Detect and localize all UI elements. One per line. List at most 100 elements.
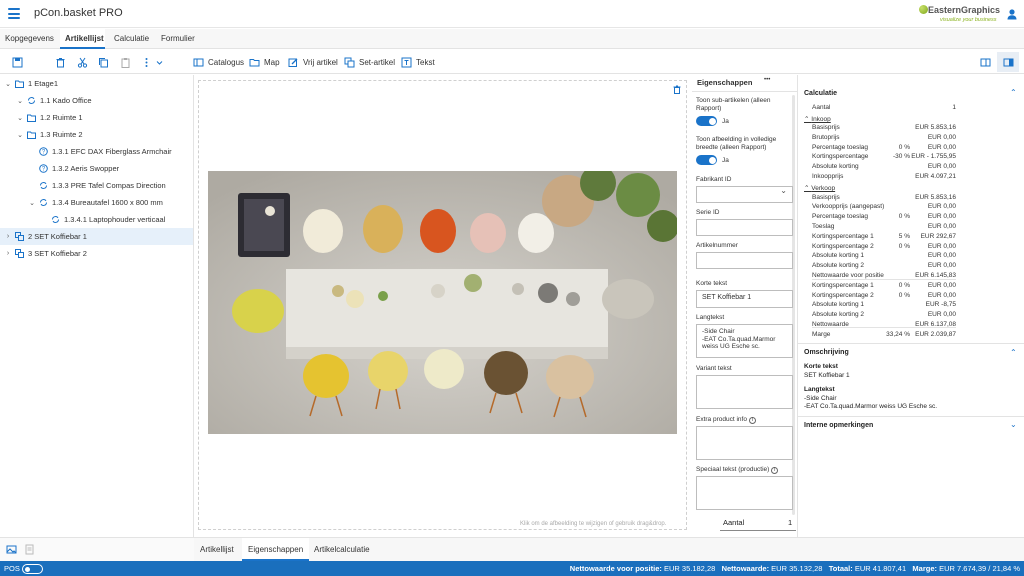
tree-node-label: 1.1 Kado Office	[40, 96, 92, 105]
cut-button[interactable]	[77, 55, 88, 69]
korte-tekst-input[interactable]: SET Koffiebar 1	[696, 290, 793, 308]
sync-icon	[39, 198, 48, 207]
calc-row: Absolute korting 2 EUR 0,00	[812, 311, 956, 320]
tree-node[interactable]: ? 1.3.1 EFC DAX Fiberglass Armchair	[0, 143, 193, 160]
chevron-down-icon[interactable]: ⌄	[28, 199, 36, 207]
chevron-right-icon[interactable]: ›	[4, 233, 12, 240]
fabrikant-select[interactable]	[696, 186, 793, 203]
speciaal-textarea[interactable]	[696, 476, 793, 510]
chevron-down-icon[interactable]: ⌄	[4, 80, 12, 88]
save-button[interactable]	[12, 55, 23, 69]
vrij-artikel-label: Vrij artikel	[303, 57, 338, 67]
calc-row-label: Brutoprijs	[812, 133, 840, 141]
chevron-up-icon[interactable]: ⌃	[1010, 88, 1017, 97]
folder-icon	[249, 58, 260, 66]
tree-node[interactable]: ⌄ 1.3 Ruimte 2	[0, 126, 193, 143]
langtekst-header: Langtekst	[804, 386, 835, 393]
tree-node[interactable]: ⌄ 1 Etage1	[0, 75, 193, 92]
toon-sub-toggle[interactable]	[696, 116, 717, 126]
chevron-down-icon[interactable]: ⌄	[1010, 420, 1017, 429]
info-icon[interactable]: i	[748, 417, 756, 424]
tree-node-label: 3 SET Koffiebar 2	[28, 249, 87, 258]
artikelnummer-input[interactable]	[696, 252, 793, 269]
tekst-label: Tekst	[416, 57, 435, 67]
panel-right-button[interactable]	[997, 52, 1019, 72]
langtekst-line: -EAT Co.Ta.quad.Marmor weiss UG Esche sc…	[804, 403, 938, 410]
calc-row-percent: 0 %	[898, 281, 910, 289]
serie-input[interactable]	[696, 219, 793, 236]
calc-row-label: Aantal	[812, 104, 831, 111]
langtekst-textarea[interactable]: -Side Chair -EAT Co.Ta.quad.Marmor weiss…	[696, 324, 793, 358]
trash-icon[interactable]	[673, 85, 681, 94]
image-icon[interactable]	[6, 544, 17, 555]
tab-eigenschappen-bottom[interactable]: Eigenschappen	[242, 538, 310, 561]
tree-node[interactable]: ⌄ 1.1 Kado Office	[0, 92, 193, 109]
dropdown-button[interactable]	[154, 55, 165, 69]
copy-button[interactable]	[98, 55, 109, 69]
tab-artikelcalculatie-bottom[interactable]: Artikelcalculatie	[314, 538, 370, 561]
toon-afb-toggle[interactable]	[696, 155, 717, 165]
trash-icon	[56, 57, 65, 67]
catalog-icon	[193, 58, 204, 66]
tab-artikellijst-bottom[interactable]: Artikellijst	[200, 538, 234, 561]
tekst-button[interactable]: Tekst	[401, 55, 435, 69]
chevron-down-icon[interactable]: ⌄	[16, 131, 24, 139]
korte-tekst-value: SET Koffiebar 1	[804, 372, 850, 379]
vrij-artikel-button[interactable]: Vrij artikel	[288, 55, 338, 69]
calc-row: Absolute korting 1 EUR -8,75	[812, 301, 956, 310]
delete-button[interactable]	[55, 55, 66, 69]
tree-node[interactable]: › 3 SET Koffiebar 2	[0, 245, 193, 262]
more-options-button[interactable]	[141, 55, 152, 69]
chevron-down-icon[interactable]: ⌄	[16, 114, 24, 122]
calc-row-percent: 0 %	[898, 291, 910, 299]
chevron-up-icon[interactable]: ⌃	[1010, 348, 1017, 357]
tree-node[interactable]: ? 1.3.2 Aeris Swopper	[0, 160, 193, 177]
langtekst-line: -Side Chair	[804, 395, 837, 402]
speciaal-text: Speciaal tekst (productie)	[696, 466, 770, 473]
tab-kopgegevens[interactable]: Kopgegevens	[5, 29, 55, 49]
tab-eigenschappen[interactable]: Eigenschappen	[697, 78, 752, 87]
tree-node[interactable]: 1.3.4.1 Laptophouder verticaal	[0, 211, 193, 228]
tree-node-label: 1 Etage1	[28, 79, 59, 88]
calc-row: Absolute korting 2 EUR 0,00	[812, 262, 956, 271]
document-icon[interactable]	[24, 544, 35, 555]
langtekst-line: -EAT Co.Ta.quad.Marmor	[702, 335, 776, 343]
tab-more[interactable]: •••	[764, 77, 770, 83]
tab-formulier[interactable]: Formulier	[161, 29, 197, 49]
verkoop-header[interactable]: ⌃ Verkoop	[804, 184, 835, 192]
tree-node[interactable]: 1.3.3 PRE Tafel Compas Direction	[0, 177, 193, 194]
set-artikel-button[interactable]: Set-artikel	[344, 55, 395, 69]
tree-node[interactable]: ⌄ 1.3.4 Bureautafel 1600 x 800 mm	[0, 194, 193, 211]
variant-textarea[interactable]	[696, 375, 793, 409]
inkoop-header[interactable]: ⌃ Inkoop	[804, 115, 831, 123]
menu-icon[interactable]	[8, 8, 20, 19]
user-icon[interactable]	[1006, 8, 1018, 20]
tree-node[interactable]: ⌄ 1.2 Ruimte 1	[0, 109, 193, 126]
set-artikel-label: Set-artikel	[359, 57, 396, 67]
artikelnummer-label: Artikelnummer	[696, 242, 738, 249]
map-button[interactable]: Map	[249, 55, 280, 69]
chevron-down-icon[interactable]: ⌄	[16, 97, 24, 105]
panel-toggle-button[interactable]	[980, 55, 991, 69]
info-icon[interactable]: i	[771, 467, 779, 474]
tree-node-selected[interactable]: › 2 SET Koffiebar 1	[0, 228, 193, 245]
pos-toggle[interactable]	[22, 564, 43, 574]
sync-icon	[27, 96, 36, 105]
tree-node-label: 1.3.2 Aeris Swopper	[52, 164, 120, 173]
company-logo: EasternGraphics visualize your business	[918, 3, 1000, 25]
edit-icon	[288, 58, 298, 67]
catalogus-button[interactable]: Catalogus	[193, 55, 244, 69]
aantal-field[interactable]: Aantal 1	[692, 515, 798, 535]
extra-info-textarea[interactable]	[696, 426, 793, 460]
toolbar: Catalogus Map Vrij artikel Set-artikel T…	[0, 50, 1024, 74]
calc-row-label: Absolute korting 2	[812, 311, 865, 319]
chevron-right-icon[interactable]: ›	[4, 250, 12, 257]
article-tree: ⌄ 1 Etage1 ⌄ 1.1 Kado Office ⌄ 1.2 Ruimt…	[0, 75, 194, 537]
paste-icon	[121, 57, 130, 68]
paste-button[interactable]	[120, 55, 131, 69]
subtotal-divider	[812, 279, 956, 280]
tab-calculatie[interactable]: Calculatie	[114, 29, 150, 49]
tab-artikellijst[interactable]: Artikellijst	[60, 29, 105, 49]
product-image[interactable]	[208, 171, 677, 434]
catalogus-label: Catalogus	[208, 57, 245, 67]
